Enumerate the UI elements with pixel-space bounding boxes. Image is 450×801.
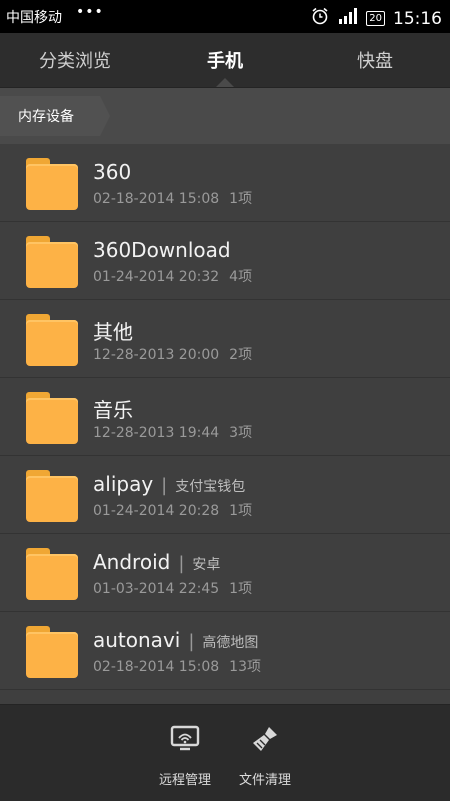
list-item-partial[interactable] [0,690,450,704]
notification-dots: ••• [76,4,104,20]
alias-separator: | [188,631,195,652]
folder-count: 3项 [229,425,253,441]
tab-phone[interactable]: 手机 [150,33,300,87]
folder-icon [26,392,78,444]
battery-indicator: 20 [366,11,385,26]
carrier-name: 中国移动 [6,10,62,26]
folder-name: 360Download [93,238,231,262]
folder-date: 02-18-2014 15:08 [93,191,220,207]
folder-count: 1项 [229,581,253,597]
folder-meta: 01-24-2014 20:32 4项 [93,266,252,286]
broom-icon [250,725,280,757]
folder-name: Android | 安卓 [93,550,220,574]
list-item[interactable]: 音乐 12-28-2013 19:44 3项 [0,378,450,456]
folder-title: autonavi [93,628,181,652]
folder-name: 音乐 [93,394,133,423]
tab-label: 手机 [207,51,243,72]
folder-icon [26,314,78,366]
folder-count: 4项 [229,269,253,285]
folder-icon [26,236,78,288]
folder-date: 12-28-2013 20:00 [93,347,220,363]
file-clean-label: 文件清理 [238,773,291,788]
remote-manage-button[interactable]: 远程管理 [145,725,225,788]
breadcrumb-bar: 内存设备 [0,88,450,145]
folder-meta: 01-03-2014 22:45 1项 [93,578,252,598]
list-item[interactable]: autonavi | 高德地图 02-18-2014 15:08 13项 [0,612,450,690]
folder-date: 12-28-2013 19:44 [93,425,220,441]
folder-date: 01-24-2014 20:32 [93,269,220,285]
tab-kuaipan[interactable]: 快盘 [300,33,450,87]
folder-meta: 02-18-2014 15:08 1项 [93,188,252,208]
folder-name: 360 [93,160,131,184]
file-list[interactable]: 360 02-18-2014 15:08 1项 360Download 01-24… [0,144,450,704]
folder-icon [26,626,78,678]
folder-icon [26,470,78,522]
remote-manage-label: 远程管理 [158,773,211,788]
list-item[interactable]: alipay | 支付宝钱包 01-24-2014 20:28 1项 [0,456,450,534]
remote-monitor-icon [170,725,200,757]
list-item[interactable]: Android | 安卓 01-03-2014 22:45 1项 [0,534,450,612]
folder-icon [26,158,78,210]
alarm-icon [310,6,330,31]
tab-bar: 分类浏览 手机 快盘 [0,33,450,88]
folder-title: Android [93,550,171,574]
list-item[interactable]: 360 02-18-2014 15:08 1项 [0,144,450,222]
clock: 15:16 [393,8,442,29]
folder-alias: 安卓 [192,557,221,573]
folder-title: alipay [93,472,154,496]
bottom-toolbar: 远程管理 文件清理 [0,704,450,801]
status-right: 20 15:16 [310,6,442,31]
folder-alias: 高德地图 [202,635,259,651]
folder-count: 13项 [229,659,261,675]
folder-name: autonavi | 高德地图 [93,628,258,652]
tab-category-browse[interactable]: 分类浏览 [0,33,150,87]
folder-meta: 02-18-2014 15:08 13项 [93,656,261,676]
active-tab-indicator [216,78,234,87]
folder-count: 2项 [229,347,253,363]
alias-separator: | [178,553,185,574]
breadcrumb-internal-storage[interactable]: 内存设备 [0,96,110,136]
alias-separator: | [161,475,168,496]
folder-meta: 01-24-2014 20:28 1项 [93,500,252,520]
list-item[interactable]: 360Download 01-24-2014 20:32 4项 [0,222,450,300]
folder-title: 360 [93,160,132,184]
folder-date: 01-03-2014 22:45 [93,581,220,597]
folder-title: 360Download [93,238,231,262]
signal-icon [338,8,358,29]
folder-name: 其他 [93,316,133,345]
folder-title: 其他 [93,320,133,344]
list-item[interactable]: 其他 12-28-2013 20:00 2项 [0,300,450,378]
file-clean-button[interactable]: 文件清理 [225,725,305,788]
folder-date: 02-18-2014 15:08 [93,659,220,675]
folder-date: 01-24-2014 20:28 [93,503,220,519]
status-bar: 中国移动 ••• 20 15:16 [0,0,450,33]
folder-title: 音乐 [93,398,133,422]
tab-label: 快盘 [357,51,393,72]
folder-alias: 支付宝钱包 [175,479,246,495]
folder-count: 1项 [229,191,253,207]
folder-count: 1项 [229,503,253,519]
folder-meta: 12-28-2013 20:00 2项 [93,344,252,364]
folder-meta: 12-28-2013 19:44 3项 [93,422,252,442]
folder-icon [26,548,78,600]
tab-label: 分类浏览 [39,51,111,72]
folder-name: alipay | 支付宝钱包 [93,472,245,496]
